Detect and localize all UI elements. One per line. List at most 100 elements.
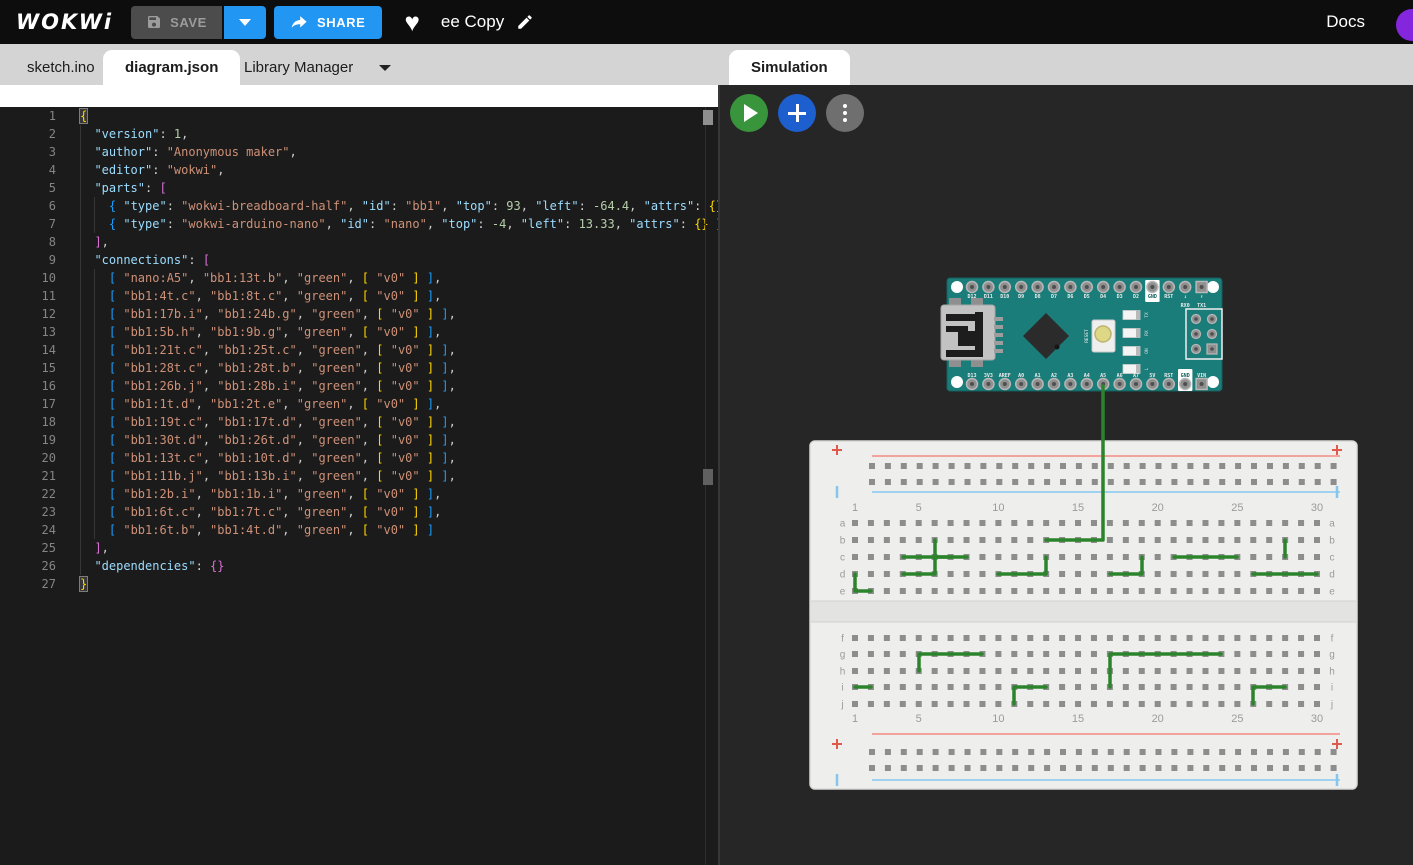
tab-sketch-ino[interactable]: sketch.ino: [5, 50, 117, 85]
pin-label: A2: [1051, 373, 1057, 379]
breadboard-row-letter: e: [1329, 587, 1335, 598]
line-number: 26: [0, 557, 56, 575]
share-button[interactable]: SHARE: [274, 6, 383, 39]
save-options-button[interactable]: [224, 6, 266, 39]
line-number: 4: [0, 161, 56, 179]
breadboard-row-letter: b: [840, 536, 846, 547]
line-number: 18: [0, 413, 56, 431]
code-line: 18[ "bb1:19t.c", "bb1:17t.d", "green", […: [0, 413, 720, 431]
tab-library-manager[interactable]: Library Manager: [222, 50, 413, 85]
pin-label: 3V3: [984, 373, 993, 379]
reset-silkscreen-label: RESET: [1084, 329, 1090, 343]
code-line: 11[ "bb1:4t.c", "bb1:8t.c", "green", [ "…: [0, 287, 720, 305]
led-label: ON: [1144, 348, 1150, 354]
simulation-tabbar: Simulation: [720, 44, 1413, 85]
line-number: 5: [0, 179, 56, 197]
pin-label: A3: [1067, 373, 1073, 379]
line-number: 25: [0, 539, 56, 557]
pin-label: A1: [1035, 373, 1041, 379]
line-number: 9: [0, 251, 56, 269]
pin-label: A6: [1117, 373, 1123, 379]
pin-label: D5: [1084, 294, 1090, 300]
code-line: 9"connections": [: [0, 251, 720, 269]
pin-label: D10: [1000, 294, 1009, 300]
breadboard-row-letter: e: [840, 587, 846, 598]
chevron-down-icon: [379, 65, 391, 71]
line-number: 22: [0, 485, 56, 503]
arduino-nano[interactable]: RESETTXRXONLD12D11D10D9D8D7D6D5D4D3D2GND…: [941, 278, 1222, 391]
led-label: RX: [1144, 330, 1150, 336]
line-number: 27: [0, 575, 56, 593]
share-label: SHARE: [317, 15, 366, 30]
breadboard-row-letter: d: [840, 570, 846, 581]
heart-icon[interactable]: ♥: [404, 9, 419, 35]
line-number: 24: [0, 521, 56, 539]
pin-label: 5V: [1149, 373, 1155, 379]
wokwi-logo[interactable]: WOKWi: [16, 10, 113, 34]
pin-label: A7: [1133, 373, 1139, 379]
save-button[interactable]: SAVE: [131, 6, 222, 39]
code-line: 16[ "bb1:26b.j", "bb1:28b.i", "green", […: [0, 377, 720, 395]
breadboard-row-letter: c: [840, 553, 845, 564]
line-number: 11: [0, 287, 56, 305]
line-number: 16: [0, 377, 56, 395]
simulation-canvas[interactable]: 115510101515202025253030aabbccddeeffgghh…: [720, 85, 1413, 865]
docs-link[interactable]: Docs: [1326, 12, 1365, 32]
line-number: 7: [0, 215, 56, 233]
wokwi-app: WOKWi SAVE SHARE ♥ ee Copy Docs: [0, 0, 1413, 865]
pin-label: D3: [1117, 294, 1123, 300]
simulation-panel: 115510101515202025253030aabbccddeeffgghh…: [720, 85, 1413, 865]
overview-cursor-mark: [703, 110, 713, 125]
code-line: 3"author": "Anonymous maker",: [0, 143, 720, 161]
line-number: 15: [0, 359, 56, 377]
code-line: 25],: [0, 539, 720, 557]
breadboard-row-letter: g: [840, 650, 846, 661]
tab-simulation[interactable]: Simulation: [729, 50, 850, 85]
line-number: 3: [0, 143, 56, 161]
breadboard-row-letter: h: [1329, 667, 1335, 678]
edit-title-pencil-icon[interactable]: [516, 13, 534, 31]
breadboard[interactable]: 115510101515202025253030aabbccddeeffgghh…: [810, 441, 1357, 789]
line-number: 20: [0, 449, 56, 467]
pin-label: VIN: [1197, 373, 1206, 379]
editor-tabbar: sketch.ino diagram.json Library Manager: [0, 44, 720, 85]
led-label: TX: [1144, 312, 1150, 318]
breadboard-row-letter: i: [841, 683, 843, 694]
breadboard-row-letter: a: [840, 519, 846, 530]
top-header: WOKWi SAVE SHARE ♥ ee Copy Docs: [0, 0, 1413, 44]
code-line: 15[ "bb1:28t.c", "bb1:28t.b", "green", […: [0, 359, 720, 377]
breadboard-row-letter: i: [1331, 683, 1333, 694]
tab-label: diagram.json: [125, 59, 218, 76]
user-avatar[interactable]: [1396, 9, 1413, 41]
breadboard-row-letter: g: [1329, 650, 1335, 661]
code-line: 10[ "nano:A5", "bb1:13t.b", "green", [ "…: [0, 269, 720, 287]
code-line: 12[ "bb1:17b.i", "bb1:24b.g", "green", […: [0, 305, 720, 323]
project-title: ee Copy: [441, 12, 504, 32]
pin-label: D11: [984, 294, 993, 300]
code-line: 19[ "bb1:30t.d", "bb1:26t.d", "green", […: [0, 431, 720, 449]
breadboard-column-number: 30: [1311, 713, 1323, 725]
pin-label: GND: [1148, 294, 1157, 300]
code-line: 27}: [0, 575, 720, 593]
code-line: 4"editor": "wokwi",: [0, 161, 720, 179]
breadboard-row-letter: f: [1331, 634, 1334, 645]
line-number: 6: [0, 197, 56, 215]
editor-scrollbar-track[interactable]: [705, 107, 706, 865]
line-number: 10: [0, 269, 56, 287]
pin-label: A4: [1084, 373, 1090, 379]
code-editor[interactable]: 1{2"version": 1,3"author": "Anonymous ma…: [0, 107, 720, 865]
code-line: 21[ "bb1:11b.j", "bb1:13b.i", "green", […: [0, 467, 720, 485]
share-icon: [291, 15, 308, 30]
breadboard-row-letter: a: [1329, 519, 1335, 530]
breadboard-column-number: 5: [916, 502, 922, 514]
scrollbar-thumb[interactable]: [703, 469, 713, 485]
breadboard-row-letter: f: [841, 634, 844, 645]
line-number: 1: [0, 107, 56, 125]
tab-diagram-json[interactable]: diagram.json: [103, 50, 240, 85]
line-number: 12: [0, 305, 56, 323]
pin-label: A5: [1100, 373, 1106, 379]
code-line: 22[ "bb1:2b.i", "bb1:1b.i", "green", [ "…: [0, 485, 720, 503]
tab-label: Library Manager: [244, 59, 353, 76]
breadboard-column-number: 15: [1072, 502, 1084, 514]
line-number: 21: [0, 467, 56, 485]
